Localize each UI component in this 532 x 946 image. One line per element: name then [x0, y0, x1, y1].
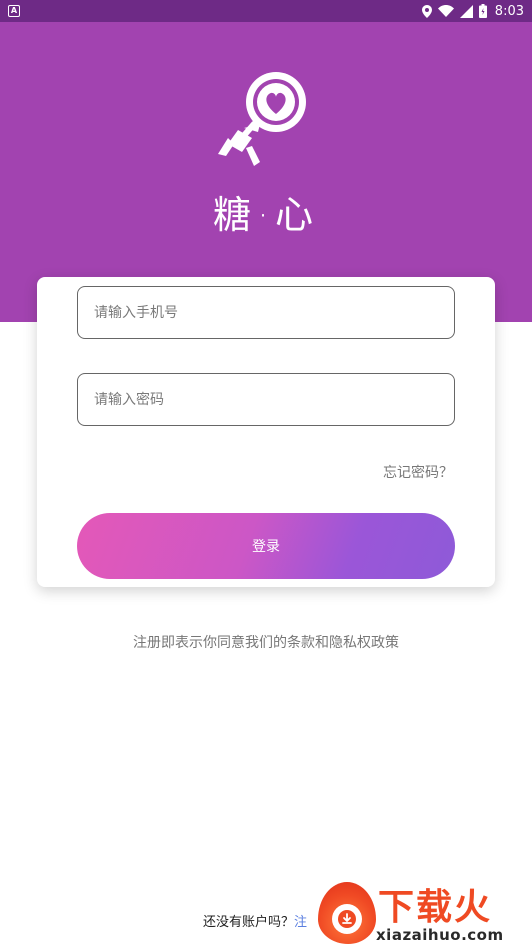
password-input[interactable] [77, 373, 455, 426]
location-icon [421, 4, 432, 18]
brand-name: 糖·心 [212, 193, 320, 237]
notification-icon: A [8, 5, 20, 17]
register-prompt-text: 还没有账户吗？ [203, 915, 295, 930]
login-card: 忘记密码？ 登录 [37, 277, 495, 587]
watermark: 下载火 xiazaihuo.com [316, 878, 532, 946]
battery-icon [478, 4, 487, 18]
clock: 8:03 [494, 3, 524, 19]
terms-notice: 注册即表示你同意我们的条款和隐私权政策 [133, 635, 399, 651]
signal-icon [459, 4, 473, 18]
phone-input[interactable] [77, 286, 455, 339]
wifi-icon [437, 5, 454, 17]
download-icon [338, 910, 356, 928]
register-link[interactable]: 注 [294, 915, 307, 930]
watermark-url: xiazaihuo.com [376, 926, 504, 944]
flame-logo-icon [318, 882, 376, 944]
login-button[interactable]: 登录 [77, 513, 455, 579]
watermark-title: 下载火 [378, 887, 493, 928]
candy-heart-logo-icon [218, 72, 306, 166]
forgot-password-link[interactable]: 忘记密码？ [383, 462, 453, 482]
register-prompt: 还没有账户吗？注 [203, 911, 307, 930]
status-bar: A 8:03 [0, 0, 532, 22]
